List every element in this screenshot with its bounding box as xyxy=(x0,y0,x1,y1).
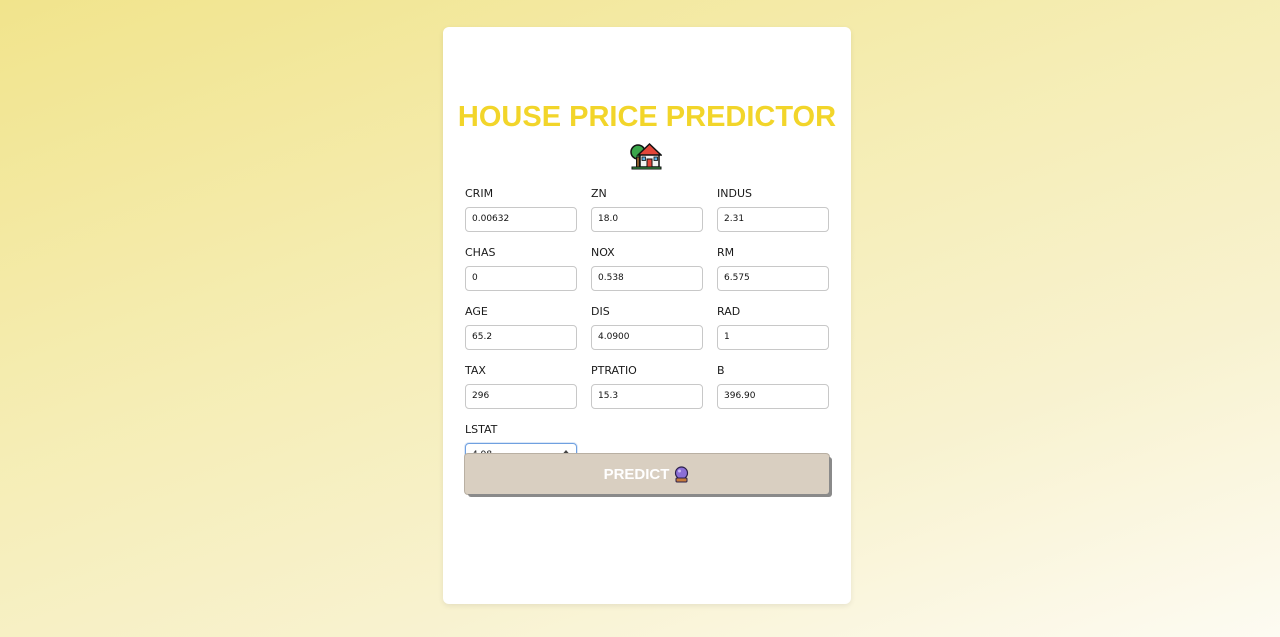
field-nox: NOX 0.538 xyxy=(591,246,703,291)
b-input[interactable]: 396.90 xyxy=(717,384,829,409)
chas-input[interactable]: 0 xyxy=(465,266,577,291)
rm-input[interactable]: 6.575 xyxy=(717,266,829,291)
predict-button-label: PREDICT xyxy=(603,465,670,483)
ptratio-input[interactable]: 15.3 xyxy=(591,384,703,409)
field-chas: CHAS 0 xyxy=(465,246,577,291)
tax-input[interactable]: 296 xyxy=(465,384,577,409)
field-crim: CRIM 0.00632 xyxy=(465,187,577,232)
field-label: ZN xyxy=(591,187,607,200)
feature-form: CRIM 0.00632 ZN 18.0 INDUS 2.31 CHAS 0 N… xyxy=(465,187,829,468)
field-label: NOX xyxy=(591,246,615,259)
age-input[interactable]: 65.2 xyxy=(465,325,577,350)
nox-input[interactable]: 0.538 xyxy=(591,266,703,291)
field-label: INDUS xyxy=(717,187,752,200)
field-label: PTRATIO xyxy=(591,364,637,377)
field-tax: TAX 296 xyxy=(465,364,577,409)
predictor-card: HOUSE PRICE PREDICTOR CRIM 0.00632 ZN 18… xyxy=(443,27,851,604)
field-ptratio: PTRATIO 15.3 xyxy=(591,364,703,409)
field-zn: ZN 18.0 xyxy=(591,187,703,232)
field-label: TAX xyxy=(465,364,486,377)
house-with-garden-icon xyxy=(630,142,662,170)
dis-input[interactable]: 4.0900 xyxy=(591,325,703,350)
field-label: B xyxy=(717,364,725,377)
field-label: RM xyxy=(717,246,735,259)
field-label: DIS xyxy=(591,305,610,318)
crystal-ball-icon xyxy=(675,465,689,482)
field-b: B 396.90 xyxy=(717,364,829,409)
field-label: CRIM xyxy=(465,187,494,200)
page-title: HOUSE PRICE PREDICTOR xyxy=(457,101,837,133)
field-label: AGE xyxy=(465,305,488,318)
predict-button[interactable]: PREDICT xyxy=(465,454,829,494)
field-indus: INDUS 2.31 xyxy=(717,187,829,232)
field-rad: RAD 1 xyxy=(717,305,829,350)
field-age: AGE 65.2 xyxy=(465,305,577,350)
field-rm: RM 6.575 xyxy=(717,246,829,291)
crim-input[interactable]: 0.00632 xyxy=(465,207,577,232)
field-label: CHAS xyxy=(465,246,496,259)
rad-input[interactable]: 1 xyxy=(717,325,829,350)
field-dis: DIS 4.0900 xyxy=(591,305,703,350)
field-label: RAD xyxy=(717,305,741,318)
zn-input[interactable]: 18.0 xyxy=(591,207,703,232)
field-label: LSTAT xyxy=(465,423,498,436)
indus-input[interactable]: 2.31 xyxy=(717,207,829,232)
